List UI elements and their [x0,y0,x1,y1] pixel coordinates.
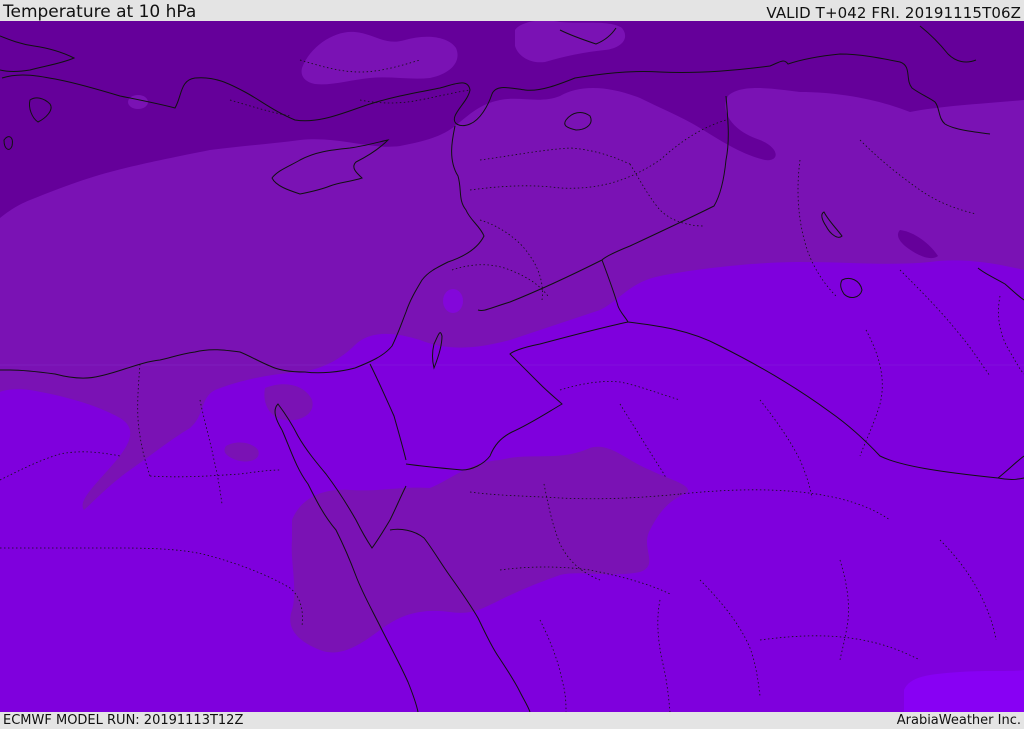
header-bar: Temperature at 10 hPa VALID T+042 FRI. 2… [0,0,1024,22]
warm-spot-small [128,95,148,109]
valid-time-label: VALID T+042 FRI. 20191115T06Z [766,4,1021,22]
credit-label: ArabiaWeather Inc. [896,713,1021,728]
footer-bar: ECMWF MODEL RUN: 20191113T12Z ArabiaWeat… [0,712,1024,729]
temperature-map[interactable] [0,21,1024,712]
model-run-label: ECMWF MODEL RUN: 20191113T12Z [3,713,244,728]
map-canvas [0,21,1024,712]
warm-spot-sinai [443,289,463,313]
warm-spot-tiny [843,105,853,113]
map-title: Temperature at 10 hPa [3,2,197,22]
